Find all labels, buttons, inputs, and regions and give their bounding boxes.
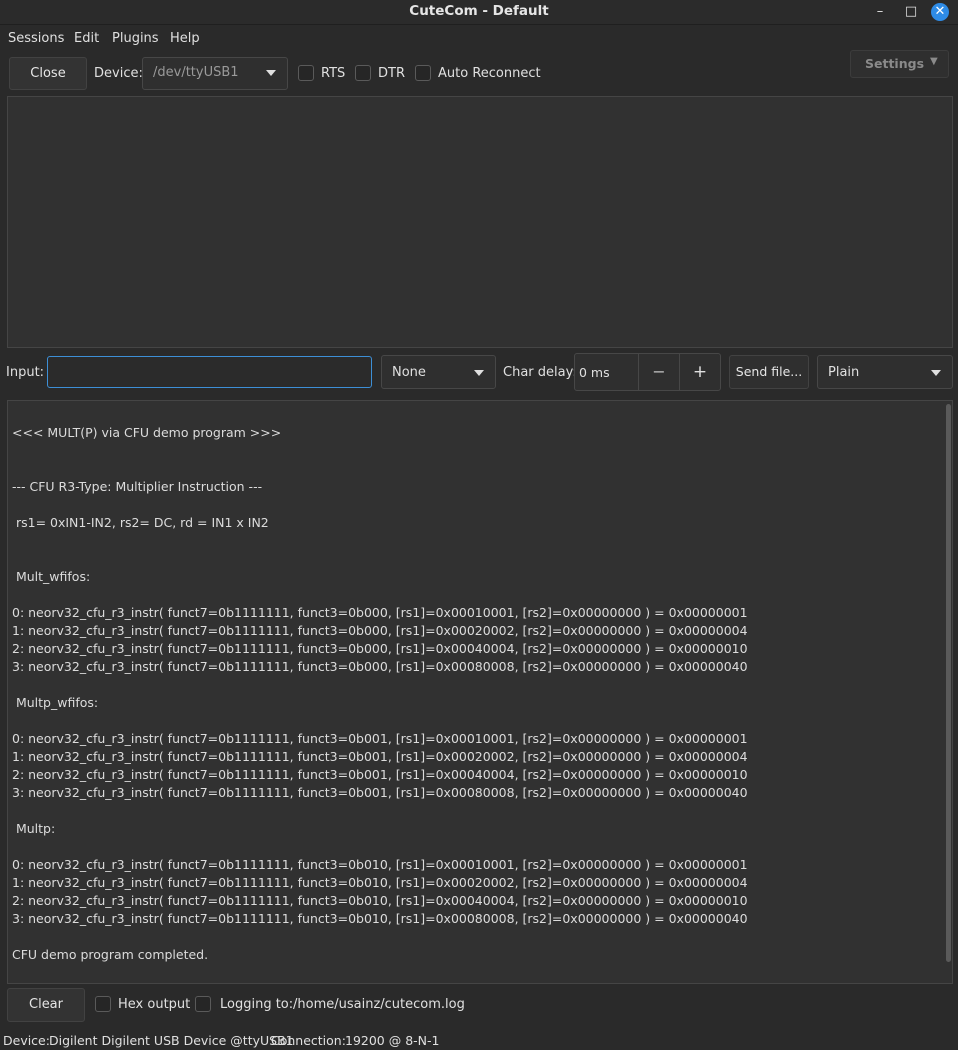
settings-label: Settings (865, 56, 925, 71)
output-line: Multp_wfifos: (12, 695, 99, 710)
minimize-icon[interactable]: – (871, 3, 889, 21)
triangle-down-icon: ▼ (930, 56, 938, 67)
sent-history-panel[interactable] (7, 96, 953, 348)
clear-button[interactable]: Clear (7, 988, 85, 1022)
char-delay-label: Char delay: (503, 365, 577, 380)
output-line: rs1= 0xIN1-IN2, rs2= DC, rd = IN1 x IN2 (12, 515, 269, 530)
output-line: Multp: (12, 821, 56, 836)
output-line: 2: neorv32_cfu_r3_instr( funct7=0b111111… (12, 641, 748, 656)
decrement-button[interactable]: − (639, 354, 679, 390)
log-path[interactable]: /home/usainz/cutecom.log (293, 997, 465, 1012)
device-select-value: /dev/ttyUSB1 (153, 65, 239, 80)
window-title: CuteCom - Default (409, 3, 549, 19)
hex-output-label: Hex output (118, 997, 191, 1012)
format-select[interactable]: Plain (817, 355, 953, 389)
status-device-label: Device: (3, 1033, 50, 1048)
maximize-icon[interactable]: □ (902, 3, 920, 21)
status-bar: Device: Digilent Digilent USB Device @tt… (0, 1031, 958, 1050)
title-bar: CuteCom - Default – □ ✕ (0, 0, 958, 25)
auto-reconnect-checkbox[interactable] (415, 65, 431, 81)
format-value: Plain (828, 365, 860, 380)
rts-label: RTS (321, 66, 346, 81)
output-line: 2: neorv32_cfu_r3_instr( funct7=0b111111… (12, 767, 748, 782)
logging-checkbox[interactable] (195, 996, 211, 1012)
output-line: 0: neorv32_cfu_r3_instr( funct7=0b111111… (12, 731, 748, 746)
dtr-label: DTR (378, 66, 405, 81)
line-end-select[interactable]: None (381, 355, 496, 389)
menu-bar: Sessions Edit Plugins Help (0, 25, 958, 51)
status-device-value: Digilent Digilent USB Device @ttyUSB1 (49, 1033, 294, 1048)
input-field[interactable] (47, 356, 372, 388)
send-file-button[interactable]: Send file... (729, 355, 809, 389)
settings-button[interactable]: Settings ▼ (850, 50, 949, 78)
output-line: 3: neorv32_cfu_r3_instr( funct7=0b111111… (12, 659, 748, 674)
output-line: 2: neorv32_cfu_r3_instr( funct7=0b111111… (12, 893, 748, 908)
output-line: 0: neorv32_cfu_r3_instr( funct7=0b111111… (12, 857, 748, 872)
rts-checkbox[interactable] (298, 65, 314, 81)
output-line: 1: neorv32_cfu_r3_instr( funct7=0b111111… (12, 875, 748, 890)
menu-edit[interactable]: Edit (74, 31, 99, 46)
output-line: --- CFU R3-Type: Multiplier Instruction … (12, 479, 263, 494)
output-line: 3: neorv32_cfu_r3_instr( funct7=0b111111… (12, 911, 748, 926)
menu-sessions[interactable]: Sessions (8, 31, 64, 46)
auto-reconnect-label: Auto Reconnect (438, 66, 541, 81)
device-select[interactable]: /dev/ttyUSB1 (142, 57, 288, 90)
output-scrollbar[interactable] (946, 404, 951, 962)
increment-button[interactable]: + (680, 354, 720, 390)
logging-label: Logging to: (220, 997, 294, 1012)
close-icon[interactable]: ✕ (931, 3, 949, 21)
hex-output-checkbox[interactable] (95, 996, 111, 1012)
line-end-value: None (392, 365, 426, 380)
output-line: 0: neorv32_cfu_r3_instr( funct7=0b111111… (12, 605, 748, 620)
input-label: Input: (6, 365, 45, 380)
status-connection-value: 19200 @ 8-N-1 (345, 1033, 440, 1048)
device-label: Device: (94, 66, 143, 81)
chevron-down-icon (266, 70, 276, 76)
char-delay-value: 0 ms (579, 365, 610, 380)
chevron-down-icon (474, 370, 484, 376)
output-line: 1: neorv32_cfu_r3_instr( funct7=0b111111… (12, 749, 748, 764)
output-line: CFU demo program completed. (12, 947, 209, 962)
chevron-down-icon (931, 370, 941, 376)
menu-help[interactable]: Help (170, 31, 200, 46)
output-line: Mult_wfifos: (12, 569, 91, 584)
dtr-checkbox[interactable] (355, 65, 371, 81)
output-line: 1: neorv32_cfu_r3_instr( funct7=0b111111… (12, 623, 748, 638)
close-button[interactable]: Close (9, 57, 87, 90)
menu-plugins[interactable]: Plugins (112, 31, 159, 46)
output-line: <<< MULT(P) via CFU demo program >>> (12, 425, 282, 440)
char-delay-spinbox[interactable]: 0 ms − + (574, 353, 721, 391)
output-line: 3: neorv32_cfu_r3_instr( funct7=0b111111… (12, 785, 748, 800)
status-connection-label: Connection: (271, 1033, 346, 1048)
